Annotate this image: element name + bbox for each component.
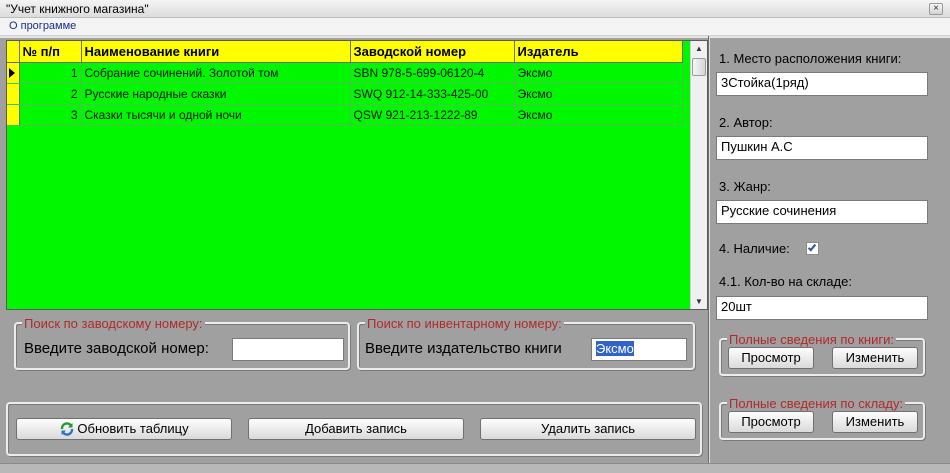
book-view-button[interactable]: Просмотр <box>728 347 814 369</box>
refresh-icon <box>61 421 74 436</box>
stock-view-button[interactable]: Просмотр <box>728 411 814 433</box>
search-factory-legend: Поиск по заводскому номеру: <box>22 316 205 331</box>
cell-factory-number[interactable]: SBN 978-5-699-06120-4 <box>350 62 515 84</box>
stock-field[interactable]: 20шт <box>716 296 928 320</box>
cell-publisher[interactable]: Эксмо <box>514 62 683 84</box>
cell-number[interactable]: 3 <box>19 104 82 126</box>
cell-factory-number[interactable]: SWQ 912-14-333-425-00 <box>350 83 515 105</box>
stock-edit-button[interactable]: Изменить <box>832 411 918 433</box>
stock-label: 4.1. Кол-во на складе: <box>719 274 852 289</box>
genre-label: 3. Жанр: <box>719 179 771 194</box>
row-selector[interactable] <box>7 83 20 105</box>
cell-number[interactable]: 2 <box>19 83 82 105</box>
cell-number[interactable]: 1 <box>19 62 82 84</box>
window-title: "Учет книжного магазина" <box>6 2 149 16</box>
books-grid[interactable]: № п/п Наименование книги Заводской номер… <box>6 40 708 310</box>
scroll-thumb[interactable] <box>692 58 706 76</box>
author-field[interactable]: Пушкин А.С <box>716 136 928 160</box>
row-selector[interactable] <box>7 104 20 126</box>
add-record-button[interactable]: Добавить запись <box>248 418 464 440</box>
stock-info-legend: Полные сведения по складу: <box>727 396 906 411</box>
stock-info-group: Полные сведения по складу: Просмотр Изме… <box>719 396 925 440</box>
grid-vertical-scrollbar[interactable]: ▲ ▼ <box>690 41 707 309</box>
column-header-publisher[interactable]: Издатель <box>514 41 683 63</box>
title-bar: "Учет книжного магазина" × <box>0 0 950 18</box>
author-label: 2. Автор: <box>719 115 773 130</box>
cell-publisher[interactable]: Эксмо <box>514 83 683 105</box>
availability-label: 4. Наличие: <box>719 241 790 256</box>
checkmark-icon <box>807 242 817 252</box>
table-row[interactable]: 3 Сказки тысячи и одной ночи QSW 921-213… <box>7 104 683 126</box>
search-publisher-group: Поиск по инвентарному номеру: Введите из… <box>357 316 695 370</box>
close-icon: × <box>933 3 939 14</box>
cell-title[interactable]: Сказки тысячи и одной ночи <box>81 104 351 126</box>
availability-checkbox[interactable] <box>806 242 819 255</box>
cell-publisher[interactable]: Эксмо <box>514 104 683 126</box>
column-header-title[interactable]: Наименование книги <box>81 41 351 63</box>
actions-group: Обновить таблицу Добавить запись Удалить… <box>6 402 702 456</box>
delete-record-button[interactable]: Удалить запись <box>480 418 696 440</box>
table-row[interactable]: 2 Русские народные сказки SWQ 912-14-333… <box>7 83 683 105</box>
book-info-legend: Полные сведения по книги: <box>727 332 896 347</box>
table-row[interactable]: 1 Собрание сочинений. Золотой том SBN 97… <box>7 62 683 84</box>
refresh-table-button[interactable]: Обновить таблицу <box>16 418 232 440</box>
refresh-table-label: Обновить таблицу <box>77 421 189 436</box>
scroll-up-icon[interactable]: ▲ <box>691 41 707 56</box>
menu-bar: О программе <box>0 18 950 36</box>
menu-item-about[interactable]: О программе <box>9 20 76 32</box>
genre-field[interactable]: Русские сочинения <box>716 200 928 224</box>
cell-factory-number[interactable]: QSW 921-213-1222-89 <box>350 104 515 126</box>
location-field[interactable]: 3Стойка(1ряд) <box>716 72 928 96</box>
panel-separator <box>708 36 710 464</box>
cell-title[interactable]: Собрание сочинений. Золотой том <box>81 62 351 84</box>
status-bar <box>0 463 950 473</box>
column-header-number[interactable]: № п/п <box>19 41 82 63</box>
grid-header-row: № п/п Наименование книги Заводской номер… <box>7 41 683 63</box>
publisher-input[interactable]: Эксмо <box>591 338 687 361</box>
row-pointer-icon <box>9 67 15 78</box>
book-edit-button[interactable]: Изменить <box>832 347 918 369</box>
column-header-factory-number[interactable]: Заводской номер <box>350 41 515 63</box>
search-publisher-label: Введите издательство книги <box>365 340 562 357</box>
search-factory-label: Введите заводской номер: <box>24 340 209 357</box>
grid-corner-cell <box>7 41 20 63</box>
location-label: 1. Место расположения книги: <box>719 51 902 66</box>
cell-title[interactable]: Русские народные сказки <box>81 83 351 105</box>
factory-number-input[interactable] <box>232 338 344 361</box>
search-publisher-legend: Поиск по инвентарному номеру: <box>365 316 564 331</box>
publisher-input-selected-text: Эксмо <box>596 341 634 356</box>
row-selector[interactable] <box>7 62 20 84</box>
close-button[interactable]: × <box>929 3 943 15</box>
scroll-down-icon[interactable]: ▼ <box>691 294 707 309</box>
books-table: № п/п Наименование книги Заводской номер… <box>7 41 683 126</box>
search-factory-group: Поиск по заводскому номеру: Введите заво… <box>14 316 350 370</box>
book-info-group: Полные сведения по книги: Просмотр Измен… <box>719 332 925 376</box>
